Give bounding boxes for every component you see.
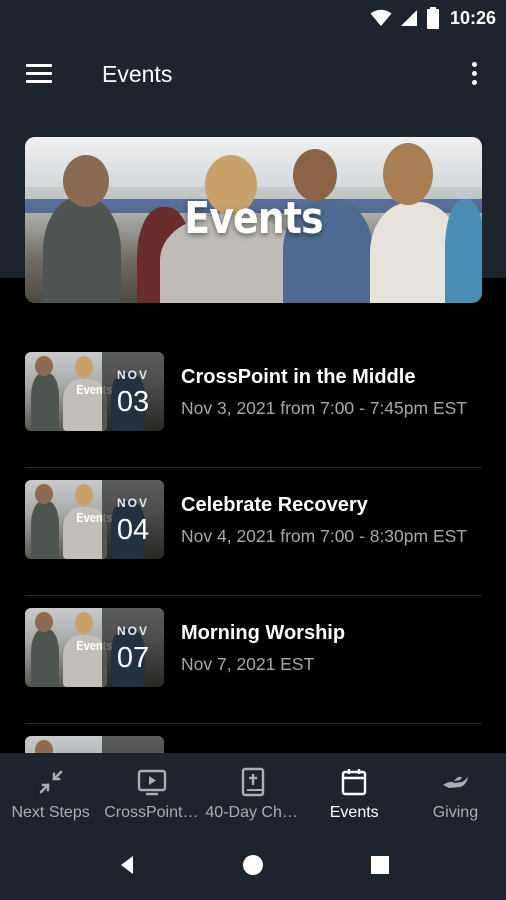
event-title: Morning Worship [181, 622, 346, 644]
tab-giving[interactable]: Giving [405, 753, 506, 830]
event-day: 03 [116, 386, 150, 418]
event-thumbnail: Events NOV 07 [25, 608, 164, 687]
tab-events[interactable]: Events [304, 753, 405, 830]
tab-40-day-challenge[interactable]: 40-Day Challenge [202, 753, 304, 830]
event-date-time: Nov 4, 2021 from 7:00 - 8:30pm EST [181, 526, 467, 546]
signal-icon [400, 10, 417, 26]
bottom-tab-bar: Next Steps CrossPoint Online 40-Day Chal… [0, 753, 506, 830]
date-badge: NOV 04 [102, 480, 164, 559]
giving-hand-icon [443, 776, 469, 788]
home-icon[interactable] [240, 852, 266, 878]
event-day: 04 [116, 514, 150, 546]
status-time: 10:26 [449, 7, 496, 28]
event-day: 07 [116, 642, 150, 674]
tab-next-steps[interactable]: Next Steps [0, 753, 101, 830]
event-month: NOV [116, 368, 149, 382]
event-title: CrossPoint in the Middle [181, 366, 416, 388]
event-date-time: Nov 7, 2021 EST [181, 654, 315, 674]
recents-icon[interactable] [367, 852, 393, 878]
tab-label: Next Steps [11, 804, 90, 821]
event-date-time: Nov 3, 2021 from 7:00 - 7:45pm EST [181, 398, 467, 418]
tab-crosspoint-online[interactable]: CrossPoint Online [101, 753, 202, 830]
hero-banner[interactable]: Events [25, 137, 482, 303]
event-month: NOV [116, 496, 149, 510]
app-bar: Events [0, 44, 506, 104]
hero-title: Events [184, 193, 323, 244]
event-thumbnail: Events NOV 03 [25, 352, 164, 431]
tab-label: Giving [432, 804, 479, 821]
back-icon[interactable] [115, 852, 141, 878]
menu-icon [26, 64, 52, 67]
more-options-button[interactable] [462, 60, 486, 88]
tv-play-icon [137, 769, 166, 796]
tab-label: Events [329, 804, 379, 821]
bible-icon [241, 767, 265, 797]
battery-icon [426, 7, 439, 29]
event-item-partial[interactable] [25, 724, 482, 753]
tab-label: 40-Day Challenge [205, 804, 303, 821]
system-nav-bar [0, 830, 506, 900]
status-bar: 10:26 [0, 0, 506, 36]
event-title: Celebrate Recovery [181, 494, 368, 516]
event-item-0[interactable]: Events NOV 03 CrossPoint in the Middle N… [25, 340, 482, 468]
event-thumbnail [25, 736, 164, 753]
wifi-icon [370, 9, 392, 26]
date-badge: NOV 07 [102, 608, 164, 687]
event-thumbnail: Events NOV 04 [25, 480, 164, 559]
event-item-1[interactable]: Events NOV 04 Celebrate Recovery Nov 4, … [25, 468, 482, 596]
shrink-arrows-icon [38, 770, 63, 794]
event-item-2[interactable]: Events NOV 07 Morning Worship Nov 7, 202… [25, 596, 482, 724]
more-vert-icon [472, 62, 477, 67]
event-month: NOV [116, 624, 149, 638]
date-badge: NOV 03 [102, 352, 164, 431]
page-title: Events [102, 61, 173, 87]
event-list[interactable]: Events NOV 03 CrossPoint in the Middle N… [0, 340, 506, 753]
menu-button[interactable] [24, 62, 54, 86]
tab-label: CrossPoint Online [104, 804, 202, 821]
calendar-icon [342, 769, 367, 796]
